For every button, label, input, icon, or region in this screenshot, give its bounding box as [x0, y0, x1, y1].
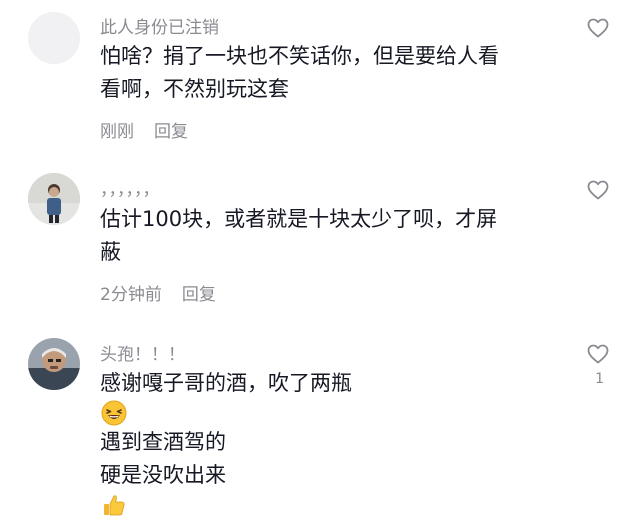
comment-text-line: 怕啥？捐了一块也不笑话你，但是要给人看: [100, 44, 499, 68]
comment-text-fragment: 感谢嘎子哥的酒，吹了两瓶: [100, 371, 352, 395]
comment-meta: 刚刚 回复: [100, 117, 188, 142]
comment-meta: 2分钟前 回复: [100, 280, 216, 305]
thumbs-up-emoji: [101, 492, 127, 518]
comment-username[interactable]: 此人身份已注销: [100, 13, 219, 38]
avatar[interactable]: [28, 338, 80, 390]
comment-time: 刚刚: [100, 122, 134, 142]
comment-item: 此人身份已注销 怕啥？捐了一块也不笑话你，但是要给人看 看啊，不然别玩这套 刚刚…: [0, 0, 640, 150]
user-photo-avatar: [28, 338, 80, 390]
comment-text: 怕啥？捐了一块也不笑话你，但是要给人看 看啊，不然别玩这套: [100, 40, 570, 106]
comment-text-line: 估计100块，或者就是十块太少了呗，才屏: [100, 207, 498, 231]
comment-time: 2分钟前: [100, 285, 162, 305]
reply-button[interactable]: 回复: [182, 285, 216, 305]
grinning-squint-emoji: [101, 400, 127, 426]
heart-outline-icon: [587, 180, 609, 200]
comment-text: 感谢嘎子哥的酒，吹了两瓶 遇到查酒驾的 硬是没吹出来: [100, 367, 570, 518]
like-count: 1: [595, 371, 604, 387]
comment-username[interactable]: 头孢！！！: [100, 340, 185, 365]
default-avatar-icon: [28, 12, 80, 64]
like-button[interactable]: [586, 16, 610, 40]
like-button[interactable]: [586, 342, 610, 366]
comment-item: ，，，，，， 估计100块，或者就是十块太少了呗，才屏 蔽 2分钟前 回复: [0, 165, 640, 315]
comment-text-fragment: 遇到查酒驾的: [100, 430, 226, 454]
comment-text-fragment: 硬是没吹出来: [100, 463, 226, 487]
comment-text-line: 感谢嘎子哥的酒，吹了两瓶 遇到查酒驾的: [100, 367, 570, 459]
avatar[interactable]: [28, 12, 80, 64]
user-photo-avatar: [28, 173, 80, 225]
comment-text-line: 硬是没吹出来: [100, 459, 570, 518]
like-button[interactable]: [586, 178, 610, 202]
comment-item: 头孢！！！ 感谢嘎子哥的酒，吹了两瓶 遇到查酒驾的 硬是没吹出来 1: [0, 330, 640, 516]
reply-button[interactable]: 回复: [154, 122, 188, 142]
avatar[interactable]: [28, 173, 80, 225]
heart-outline-icon: [587, 18, 609, 38]
comment-text-line: 看啊，不然别玩这套: [100, 77, 289, 101]
comment-username[interactable]: ，，，，，，: [100, 175, 160, 200]
comment-text: 估计100块，或者就是十块太少了呗，才屏 蔽: [100, 203, 570, 269]
comment-text-line: 蔽: [100, 240, 121, 264]
heart-outline-icon: [587, 344, 609, 364]
